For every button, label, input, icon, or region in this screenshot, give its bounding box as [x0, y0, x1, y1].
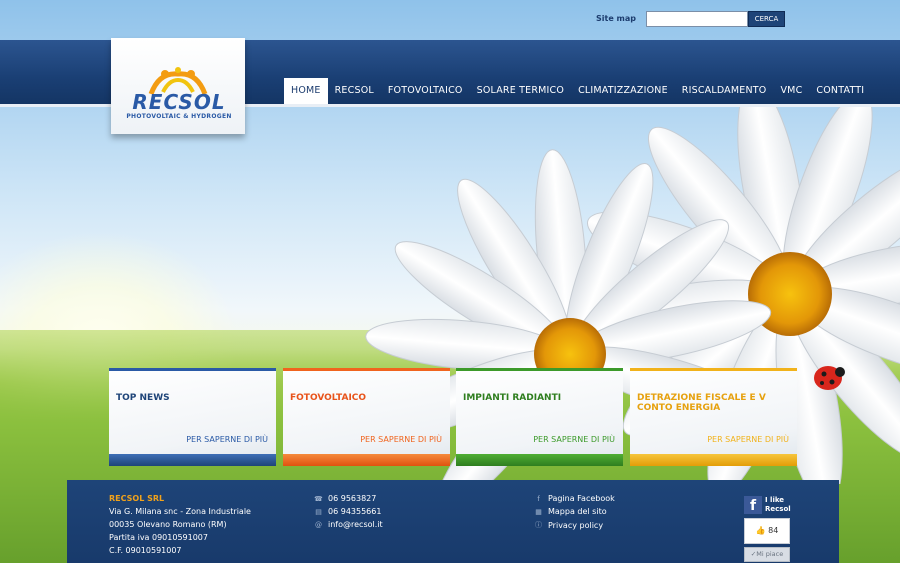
footer-link-label[interactable]: Pagina Facebook: [548, 494, 615, 503]
card-more-link[interactable]: PER SAPERNE DI PIÙ: [533, 435, 615, 444]
email-icon: @: [315, 520, 322, 529]
nav-item-recsol[interactable]: RECSOL: [328, 78, 381, 104]
site-footer: RECSOL SRL Via G. Milana snc - Zona Indu…: [67, 480, 839, 563]
footer-address-line: C.F. 09010591007: [109, 546, 182, 555]
card-title-line: DETRAZIONE FISCALE E V: [637, 393, 766, 403]
footer-company: RECSOL SRL: [109, 494, 165, 503]
nav-item-riscaldamento[interactable]: RISCALDAMENTO: [675, 78, 774, 104]
footer-link-privacy[interactable]: ⓘ Privacy policy: [534, 520, 603, 530]
card-accent: [630, 368, 797, 371]
card-title: IMPIANTI RADIANTI: [463, 393, 562, 403]
logo[interactable]: RECSOL PHOTOVOLTAIC & HYDROGEN: [111, 38, 245, 134]
card-more-link[interactable]: PER SAPERNE DI PIÙ: [186, 435, 268, 444]
facebook-like-button[interactable]: ✓Mi piace: [744, 547, 790, 562]
logo-tagline: PHOTOVOLTAIC & HYDROGEN: [126, 113, 232, 120]
email-address[interactable]: info@recsol.it: [328, 520, 383, 529]
facebook-like-count: 👍 84: [744, 518, 790, 544]
info-icon: ⓘ: [535, 521, 542, 529]
card-top-news[interactable]: TOP NEWS PER SAPERNE DI PIÙ: [109, 368, 276, 466]
footer-address-line: 00035 Olevano Romano (RM): [109, 520, 227, 529]
card-impianti-radianti[interactable]: IMPIANTI RADIANTI PER SAPERNE DI PIÙ: [456, 368, 623, 466]
phone-icon: ☎: [314, 494, 323, 503]
footer-fax: ▤ 06 94355661: [314, 507, 381, 516]
facebook-logo-icon[interactable]: f: [744, 496, 762, 514]
nav-item-vmc[interactable]: VMC: [773, 78, 809, 104]
card-title-line: CONTO ENERGIA: [637, 403, 721, 413]
card-title: TOP NEWS: [116, 393, 170, 403]
footer-address-line: Via G. Milana snc - Zona Industriale: [109, 507, 251, 516]
facebook-icon: f: [537, 494, 540, 503]
card-footer: [283, 454, 450, 466]
top-bar: Site map CERCA: [0, 0, 900, 40]
nav-item-home[interactable]: HOME: [284, 78, 328, 104]
card-accent: [283, 368, 450, 371]
footer-address-line: Partita iva 09010591007: [109, 533, 208, 542]
sitemap-icon: ▦: [535, 507, 542, 516]
fax-number: 06 94355661: [328, 507, 382, 516]
card-footer: [456, 454, 623, 466]
card-detrazione-fiscale[interactable]: DETRAZIONE FISCALE E V CONTO ENERGIA PER…: [630, 368, 797, 466]
sitemap-link[interactable]: Site map: [596, 14, 636, 23]
footer-phone: ☎ 06 9563827: [314, 494, 376, 503]
nav-item-fotovoltaico[interactable]: FOTOVOLTAICO: [381, 78, 470, 104]
phone-number: 06 9563827: [328, 494, 377, 503]
search-button[interactable]: CERCA: [748, 11, 785, 27]
facebook-like-line: I like: [765, 496, 785, 504]
card-footer: [109, 454, 276, 466]
logo-name: RECSOL: [132, 90, 226, 114]
card-more-link[interactable]: PER SAPERNE DI PIÙ: [707, 435, 789, 444]
footer-link-label[interactable]: Privacy policy: [548, 521, 603, 530]
footer-link-facebook[interactable]: f Pagina Facebook: [534, 494, 615, 503]
facebook-like-text: I like Recsol: [765, 496, 791, 514]
nav-item-contatti[interactable]: CONTATTI: [809, 78, 871, 104]
thumbs-up-icon: 👍: [755, 526, 766, 535]
card-fotovoltaico[interactable]: FOTOVOLTAICO PER SAPERNE DI PIÙ: [283, 368, 450, 466]
card-title: FOTOVOLTAICO: [290, 393, 367, 403]
nav-item-climatizzazione[interactable]: CLIMATIZZAZIONE: [571, 78, 675, 104]
card-more-link[interactable]: PER SAPERNE DI PIÙ: [360, 435, 442, 444]
like-button-label: Mi piace: [756, 550, 784, 558]
main-nav: HOME RECSOL FOTOVOLTAICO SOLARE TERMICO …: [284, 78, 871, 104]
fax-icon: ▤: [315, 507, 322, 516]
search-input[interactable]: [646, 11, 748, 27]
like-count: 84: [768, 526, 779, 535]
nav-item-solare-termico[interactable]: SOLARE TERMICO: [470, 78, 571, 104]
card-title: DETRAZIONE FISCALE E V CONTO ENERGIA: [637, 393, 766, 413]
footer-link-sitemap[interactable]: ▦ Mappa del sito: [534, 507, 607, 516]
card-footer: [630, 454, 797, 466]
card-accent: [109, 368, 276, 371]
feature-cards: TOP NEWS PER SAPERNE DI PIÙ FOTOVOLTAICO…: [109, 368, 797, 466]
card-accent: [456, 368, 623, 371]
footer-link-label[interactable]: Mappa del sito: [548, 507, 607, 516]
facebook-like-line: Recsol: [765, 505, 791, 513]
footer-email[interactable]: @ info@recsol.it: [314, 520, 383, 529]
